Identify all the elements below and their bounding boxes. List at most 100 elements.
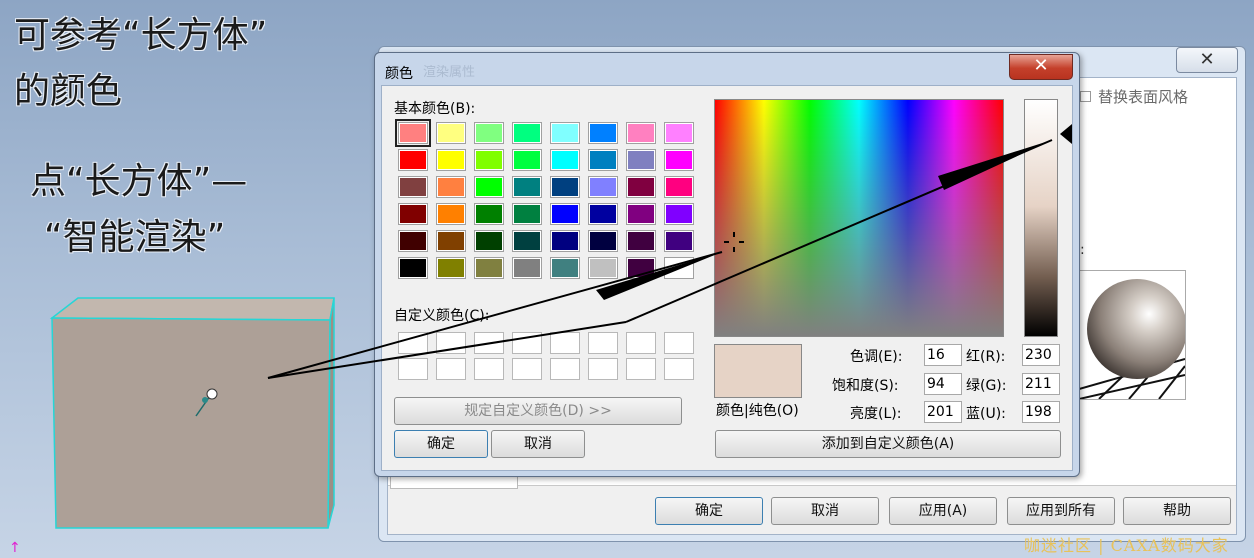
basic-color-swatch[interactable] bbox=[474, 122, 504, 144]
custom-color-swatch[interactable] bbox=[664, 358, 694, 380]
properties-help-button[interactable]: 帮助 bbox=[1123, 497, 1231, 525]
custom-color-swatch[interactable] bbox=[664, 332, 694, 354]
basic-color-swatch[interactable] bbox=[588, 149, 618, 171]
basic-color-swatch[interactable] bbox=[436, 149, 466, 171]
basic-color-swatch[interactable] bbox=[550, 203, 580, 225]
properties-apply-all-button[interactable]: 应用到所有 bbox=[1007, 497, 1115, 525]
define-custom-colors-button[interactable]: 规定自定义颜色(D) >> bbox=[394, 397, 682, 425]
color-preview bbox=[714, 344, 802, 398]
custom-color-swatch[interactable] bbox=[436, 358, 466, 380]
watermark: 咖迷社区 | CAXA数码大家 bbox=[1024, 536, 1229, 555]
basic-color-swatch[interactable] bbox=[588, 257, 618, 279]
ghost-title: 渲染属性 bbox=[423, 65, 476, 80]
basic-color-swatch[interactable] bbox=[588, 203, 618, 225]
basic-color-swatch[interactable] bbox=[474, 203, 504, 225]
basic-colors-label: 基本颜色(B): bbox=[394, 101, 476, 117]
red-field[interactable]: 230 bbox=[1022, 344, 1060, 366]
basic-color-swatch[interactable] bbox=[398, 257, 428, 279]
annotation-line-3: 点“长方体”— bbox=[30, 161, 248, 202]
basic-color-swatch[interactable] bbox=[436, 257, 466, 279]
basic-color-swatch[interactable] bbox=[550, 176, 580, 198]
custom-color-swatch[interactable] bbox=[550, 332, 580, 354]
luminance-slider[interactable] bbox=[1024, 99, 1058, 337]
properties-ok-button[interactable]: 确定 bbox=[655, 497, 763, 525]
basic-color-swatch[interactable] bbox=[664, 176, 694, 198]
custom-color-swatch[interactable] bbox=[626, 358, 656, 380]
properties-apply-button[interactable]: 应用(A) bbox=[889, 497, 997, 525]
crosshair-icon bbox=[724, 232, 744, 252]
cuboid-model[interactable] bbox=[49, 297, 335, 529]
basic-color-swatch[interactable] bbox=[398, 149, 428, 171]
green-field[interactable]: 211 bbox=[1022, 373, 1060, 395]
blue-field[interactable]: 198 bbox=[1022, 401, 1060, 423]
color-dialog-title: 颜色 bbox=[385, 66, 413, 82]
replace-style-label: 替换表面风格 bbox=[1098, 88, 1189, 106]
basic-color-swatch[interactable] bbox=[626, 230, 656, 252]
basic-color-swatch[interactable] bbox=[398, 176, 428, 198]
basic-color-swatch[interactable] bbox=[512, 257, 542, 279]
basic-color-swatch[interactable] bbox=[626, 149, 656, 171]
custom-color-swatch[interactable] bbox=[626, 332, 656, 354]
basic-color-swatch[interactable] bbox=[395, 119, 431, 147]
saturation-field[interactable]: 94 bbox=[924, 373, 962, 395]
basic-color-swatch[interactable] bbox=[664, 203, 694, 225]
basic-color-swatch[interactable] bbox=[436, 176, 466, 198]
properties-cancel-button[interactable]: 取消 bbox=[771, 497, 879, 525]
color-dialog-close-button[interactable]: ✕ bbox=[1009, 54, 1073, 80]
basic-color-swatch[interactable] bbox=[626, 176, 656, 198]
basic-color-swatch[interactable] bbox=[588, 122, 618, 144]
custom-color-swatch[interactable] bbox=[436, 332, 466, 354]
basic-color-swatch[interactable] bbox=[474, 149, 504, 171]
custom-color-swatch[interactable] bbox=[474, 358, 504, 380]
green-label: 绿(G): bbox=[966, 378, 1007, 394]
replace-style-checkbox[interactable] bbox=[1080, 91, 1091, 102]
basic-color-swatch[interactable] bbox=[398, 203, 428, 225]
basic-color-swatch[interactable] bbox=[550, 122, 580, 144]
add-to-custom-colors-button[interactable]: 添加到自定义颜色(A) bbox=[715, 430, 1061, 458]
basic-color-swatch[interactable] bbox=[474, 176, 504, 198]
color-ok-button[interactable]: 确定 bbox=[394, 430, 488, 458]
basic-color-swatch[interactable] bbox=[512, 176, 542, 198]
basic-color-swatch[interactable] bbox=[664, 230, 694, 252]
custom-color-swatch[interactable] bbox=[398, 332, 428, 354]
basic-color-swatch[interactable] bbox=[550, 257, 580, 279]
basic-color-swatch[interactable] bbox=[626, 122, 656, 144]
basic-color-swatch[interactable] bbox=[550, 230, 580, 252]
custom-color-swatch[interactable] bbox=[512, 358, 542, 380]
custom-color-swatch[interactable] bbox=[550, 358, 580, 380]
properties-close-button[interactable]: ✕ bbox=[1176, 47, 1238, 73]
annotation-line-2: 的颜色 bbox=[14, 71, 123, 112]
luminance-arrow-icon[interactable] bbox=[1060, 124, 1072, 144]
basic-color-swatch[interactable] bbox=[588, 176, 618, 198]
basic-color-swatch[interactable] bbox=[626, 203, 656, 225]
basic-color-swatch[interactable] bbox=[474, 257, 504, 279]
hue-label: 色调(E): bbox=[850, 349, 903, 365]
basic-color-swatch[interactable] bbox=[436, 230, 466, 252]
basic-color-swatch[interactable] bbox=[588, 230, 618, 252]
basic-color-swatch[interactable] bbox=[626, 257, 656, 279]
basic-color-swatch[interactable] bbox=[474, 230, 504, 252]
basic-color-swatch[interactable] bbox=[436, 122, 466, 144]
basic-color-swatch[interactable] bbox=[664, 122, 694, 144]
custom-color-swatch[interactable] bbox=[512, 332, 542, 354]
color-cancel-button[interactable]: 取消 bbox=[491, 430, 585, 458]
custom-color-swatch[interactable] bbox=[588, 332, 618, 354]
color-spectrum[interactable] bbox=[714, 99, 1004, 337]
basic-color-swatch[interactable] bbox=[512, 149, 542, 171]
basic-color-swatch[interactable] bbox=[398, 230, 428, 252]
hue-field[interactable]: 16 bbox=[924, 344, 962, 366]
luminance-field[interactable]: 201 bbox=[924, 401, 962, 423]
custom-color-swatch[interactable] bbox=[398, 358, 428, 380]
material-preview bbox=[1078, 270, 1186, 400]
basic-color-swatch[interactable] bbox=[512, 230, 542, 252]
color-solid-label: 颜色|纯色(O) bbox=[716, 403, 799, 419]
basic-color-swatch[interactable] bbox=[512, 122, 542, 144]
basic-color-swatch[interactable] bbox=[512, 203, 542, 225]
basic-color-swatch[interactable] bbox=[436, 203, 466, 225]
basic-color-swatch[interactable] bbox=[664, 257, 694, 279]
custom-color-swatch[interactable] bbox=[588, 358, 618, 380]
basic-color-swatch[interactable] bbox=[550, 149, 580, 171]
basic-color-swatch[interactable] bbox=[664, 149, 694, 171]
custom-color-swatch[interactable] bbox=[474, 332, 504, 354]
red-label: 红(R): bbox=[966, 349, 1006, 365]
